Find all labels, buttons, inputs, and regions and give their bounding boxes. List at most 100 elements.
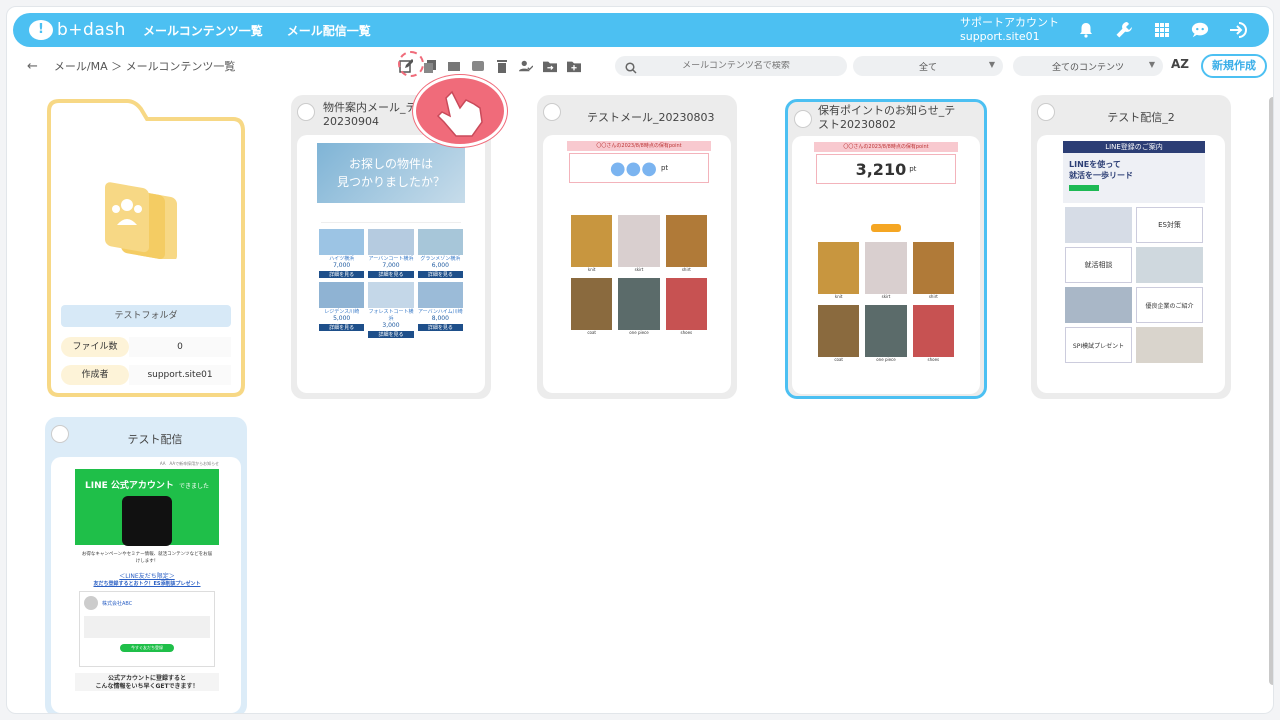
property-price: 8,000 (431, 315, 449, 322)
bell-icon[interactable] (1077, 21, 1095, 39)
scrollbar-thumb[interactable] (1269, 97, 1273, 685)
company-name: 株式会社ABC (102, 600, 133, 607)
highlight-ring-icon (398, 51, 424, 77)
card-thumbnail: 〇〇さんの2023/8/8時点の保有point ●●● pt knit skir… (543, 135, 731, 393)
banner-title: LINE登録のご案内 (1063, 141, 1205, 153)
property-price: 7,000 (382, 262, 400, 269)
tile-label: 就活相談 (1065, 247, 1132, 283)
chevron-down-icon: ▼ (988, 60, 995, 69)
item-name: shirt (928, 294, 938, 299)
logout-icon[interactable] (1229, 21, 1247, 39)
item-name: shoes (927, 357, 940, 362)
property-detail-button: 詳細を見る (368, 331, 414, 338)
mail-card[interactable]: テスト配信_2 LINE登録のご案内 LINEを使って 就活を一歩リード ES対… (1031, 95, 1231, 399)
logo-text: b+dash (57, 20, 126, 40)
folder-name: テストフォルダ (61, 305, 231, 327)
line-content-icon (51, 425, 69, 443)
preview-icon[interactable] (471, 59, 485, 73)
tile-label: SPI模試プレゼント (1065, 327, 1132, 363)
mail-preview-line-job: LINE登録のご案内 LINEを使って 就活を一歩リード ES対策 就活相談 優… (1063, 141, 1205, 393)
card-thumbnail: お探しの物件は 見つかりましたか？ ハイツ横浜 7,000 詳細を見る アーバンコー… (297, 135, 485, 393)
add-folder-icon[interactable] (567, 59, 581, 73)
folder-creator-row: 作成者 support.site01 (61, 365, 231, 385)
footer-line-2: こんな情報をいち早くGETできます！ (95, 683, 199, 690)
points-unit: pt (909, 165, 917, 173)
mail-doc-icon (543, 103, 561, 121)
type-filter-select[interactable]: 全てのコンテンツ ▼ (1013, 56, 1163, 76)
search-box[interactable] (615, 56, 847, 76)
top-nav-bar: ! b+dash メールコンテンツ一覧 メール配信一覧 サポートアカウント su… (13, 13, 1269, 47)
search-input[interactable] (641, 61, 831, 71)
card-thumbnail: 〇〇さんの2023/8/8時点の保有point 3,210 pt knit sk… (792, 136, 980, 394)
grid-icon[interactable] (1153, 21, 1171, 39)
mail-preview-property: お探しの物件は 見つかりましたか？ ハイツ横浜 7,000 詳細を見る アーバンコー… (317, 143, 465, 393)
account-id: support.site01 (960, 30, 1040, 43)
move-icon[interactable] (447, 59, 461, 73)
points-value: ●●● (609, 157, 657, 179)
nav-mail-contents[interactable]: メールコンテンツ一覧 (143, 22, 263, 39)
points-greeting: 〇〇さんの2023/8/8時点の保有point (567, 141, 711, 151)
card-title: テストメール_20230803 (587, 111, 715, 124)
property-price: 3,000 (382, 322, 400, 329)
status-filter-value: 全て (918, 62, 937, 73)
card-title: 保有ポイントのお知らせ_テスト20230802 (818, 104, 956, 131)
folder-file-count-row: ファイル数 0 (61, 337, 231, 357)
assign-user-icon[interactable] (519, 59, 533, 73)
tile-label: ES対策 (1136, 207, 1203, 243)
item-name: coat (587, 330, 596, 335)
mail-preview-line-friend: AA AAで新卒採用からお知らせ LINE 公式アカウント できました お得なキ… (75, 461, 219, 713)
mail-card[interactable]: テストメール_20230803 〇〇さんの2023/8/8時点の保有point … (537, 95, 737, 399)
property-detail-button: 詳細を見る (417, 324, 463, 331)
delete-icon[interactable] (495, 59, 509, 73)
logo-mark-icon: ! (29, 20, 53, 40)
card-thumbnail: LINE登録のご案内 LINEを使って 就活を一歩リード ES対策 就活相談 優… (1037, 135, 1225, 393)
mail-card-selected[interactable]: 保有ポイントのお知らせ_テスト20230802 〇〇さんの2023/8/8時点の… (785, 99, 987, 399)
points-value: 3,210 (855, 159, 907, 179)
hand-pointer-icon (413, 75, 507, 147)
sort-az-icon[interactable]: AZ (1171, 57, 1189, 71)
wrench-icon[interactable] (1115, 21, 1133, 39)
account-info[interactable]: サポートアカウント support.site01 (960, 16, 1059, 44)
points-unit: pt (660, 164, 669, 172)
item-name: skirt (634, 267, 644, 272)
status-filter-select[interactable]: 全て ▼ (853, 56, 1003, 76)
app-frame: ! b+dash メールコンテンツ一覧 メール配信一覧 サポートアカウント su… (6, 6, 1274, 714)
property-price: 5,000 (333, 315, 351, 322)
type-filter-value: 全てのコンテンツ (1051, 62, 1124, 73)
hero-line-2: 就活を一歩リード (1069, 171, 1133, 180)
hero-line-1: LINEを使って (1069, 160, 1121, 169)
creator-value: support.site01 (129, 365, 231, 385)
creator-label: 作成者 (61, 365, 129, 385)
tile-label: 優良企業のご紹介 (1136, 287, 1203, 323)
folder-members-icon (105, 182, 177, 259)
item-name: one piece (629, 330, 649, 335)
line-content-icon (1037, 103, 1055, 121)
hero-line-2: 見つかりましたか？ (336, 175, 445, 189)
file-count-label: ファイル数 (61, 337, 129, 357)
top-note: AA AAで新卒採用からお知らせ (159, 461, 219, 466)
nav-mail-delivery[interactable]: メール配信一覧 (287, 22, 371, 39)
property-price: 7,000 (333, 262, 351, 269)
account-name: サポートアカウント (960, 16, 1059, 29)
chat-bot-icon[interactable] (1191, 21, 1209, 39)
hero-suffix: できました (178, 483, 209, 490)
limited-link: ＜LINE友だち限定＞ (119, 573, 175, 580)
back-arrow-icon[interactable]: ← (27, 59, 38, 74)
footer-line-1: 公式アカウントに登録すると (107, 675, 186, 682)
new-create-button[interactable]: 新規作成 (1201, 54, 1267, 78)
copy-icon[interactable] (423, 59, 437, 73)
property-name: フォレストコート横浜 (368, 309, 414, 322)
toolbar: ← メール/MA ＞ メールコンテンツ一覧 全て ▼ 全てのコンテンツ ▼ AZ… (13, 51, 1269, 81)
item-name: shoes (680, 330, 693, 335)
app-logo[interactable]: ! b+dash (29, 20, 129, 40)
mail-card[interactable]: テスト配信 AA AAで新卒採用からお知らせ LINE 公式アカウント できまし… (45, 417, 247, 713)
card-title: テスト配信_2 (1107, 111, 1175, 124)
chevron-down-icon: ▼ (1148, 60, 1155, 69)
property-detail-button: 詳細を見る (368, 271, 414, 278)
card-thumbnail: AA AAで新卒採用からお知らせ LINE 公式アカウント できました お得なキ… (51, 457, 241, 713)
move-folder-icon[interactable] (543, 59, 557, 73)
breadcrumb: メール/MA ＞ メールコンテンツ一覧 (53, 60, 236, 73)
item-name: one piece (876, 357, 896, 362)
property-detail-button: 詳細を見る (319, 324, 365, 331)
promo-link: 友だち登録するとおトク！ES添削該プレゼント (93, 581, 201, 587)
